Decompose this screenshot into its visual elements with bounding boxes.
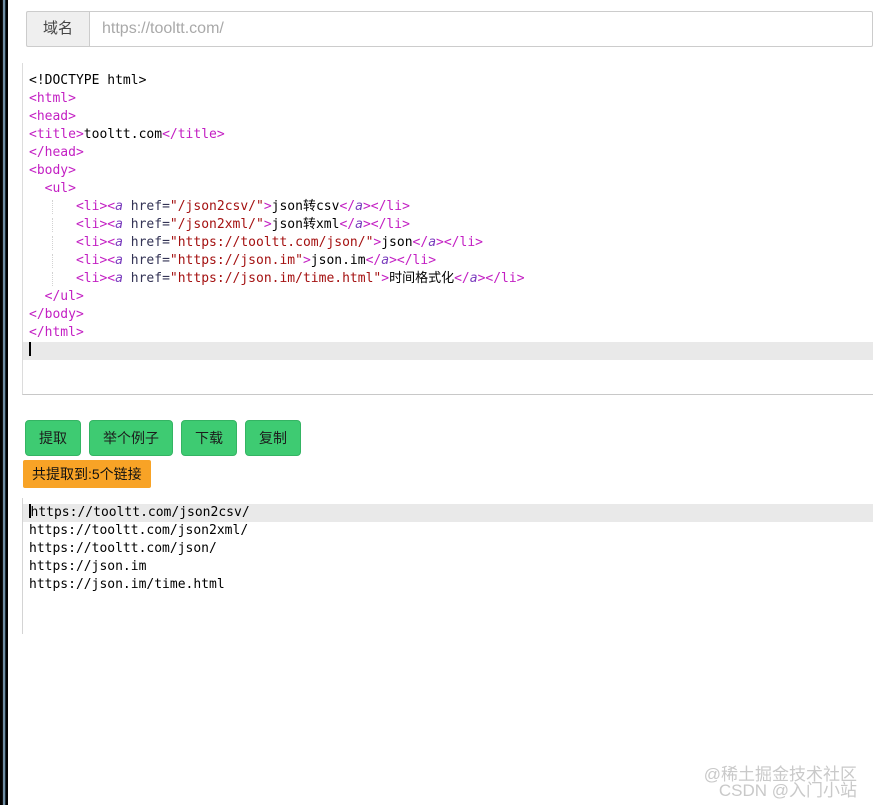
result-line: https://json.im/time.html (29, 577, 225, 592)
code-line: </html> (29, 325, 84, 340)
code-line: <li><a href="/json2csv/">json转csv</a></l… (23, 198, 873, 216)
code-line: <body> (29, 163, 76, 178)
result-line: https://json.im (29, 559, 147, 574)
watermark-line-2: CSDN @入门小站 (718, 781, 857, 800)
domain-label: 域名 (26, 11, 90, 47)
watermark: @稀土掘金技术社区 CSDN @入门小站 (703, 765, 857, 800)
result-line: https://tooltt.com/json/ (29, 541, 217, 556)
result-line: https://tooltt.com/json2csv/ (23, 504, 873, 522)
code-line: <head> (29, 109, 76, 124)
code-line: <li><a href="https://tooltt.com/json/">j… (23, 234, 873, 252)
code-line: </head> (29, 145, 84, 160)
code-line (23, 342, 873, 360)
code-line: <html> (29, 91, 76, 106)
toolbar: 提取 举个例子 下载 复制 (25, 420, 873, 456)
download-button[interactable]: 下载 (181, 420, 237, 456)
code-editor[interactable]: <!DOCTYPE html> <html> <head> <title>tooltt… (22, 63, 873, 395)
code-line: <title>tooltt.com</title> (29, 127, 225, 142)
screen-edge-strip (0, 0, 8, 805)
result-line: https://tooltt.com/json2xml/ (29, 523, 249, 538)
watermark-line-1: @稀土掘金技术社区 (703, 765, 857, 784)
code-line: </ul> (44, 289, 84, 304)
results-editor[interactable]: https://tooltt.com/json2csv/https://tool… (22, 498, 873, 634)
code-line: <li><a href="https://json.im">json.im</a… (23, 252, 873, 270)
status-badge: 共提取到:5个链接 (23, 460, 151, 488)
example-button[interactable]: 举个例子 (89, 420, 173, 456)
code-line: <li><a href="/json2xml/">json转xml</a></l… (23, 216, 873, 234)
domain-input[interactable] (89, 11, 873, 47)
text-cursor (29, 342, 31, 356)
extract-button[interactable]: 提取 (25, 420, 81, 456)
code-line: <!DOCTYPE html> (29, 73, 147, 88)
domain-input-group: 域名 (26, 11, 873, 47)
code-line: <ul> (44, 181, 76, 196)
code-line: <li><a href="https://json.im/time.html">… (23, 270, 873, 288)
code-line: </body> (29, 307, 84, 322)
page: 域名 <!DOCTYPE html> <html> <head> <title>too… (22, 0, 873, 634)
copy-button[interactable]: 复制 (245, 420, 301, 456)
